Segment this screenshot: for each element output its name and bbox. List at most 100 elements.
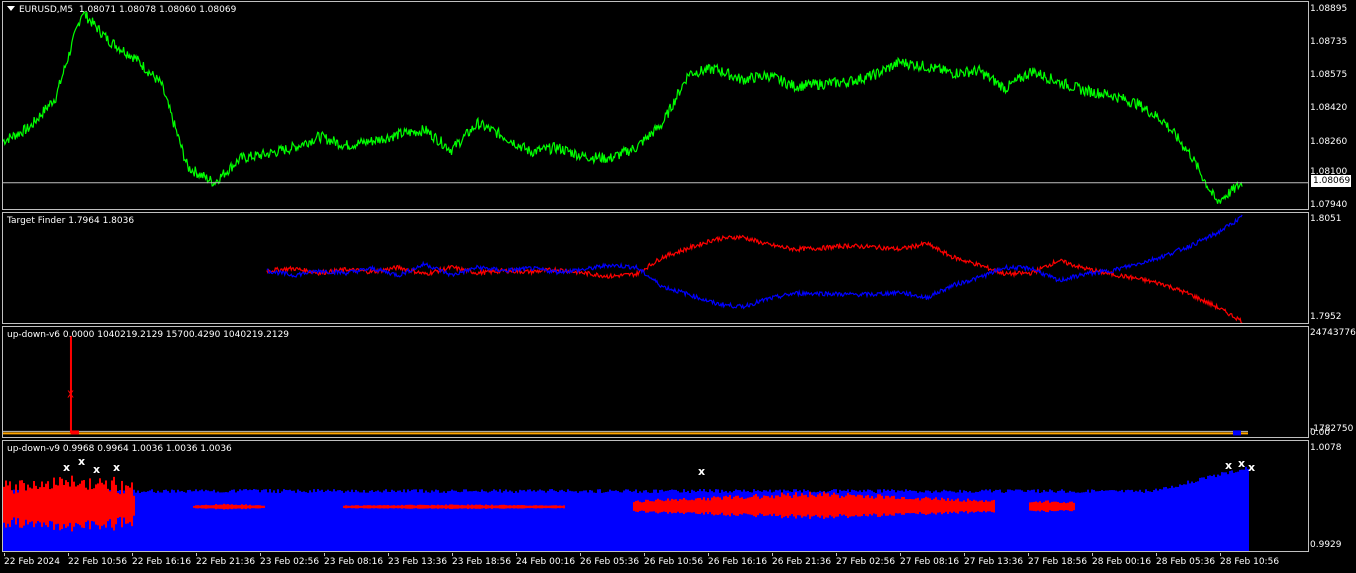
red-bar (521, 505, 523, 509)
blue-bar (157, 490, 159, 551)
blue-bar (583, 490, 585, 551)
blue-bar (181, 491, 183, 551)
red-bar (909, 498, 911, 514)
blue-bar (965, 491, 967, 551)
red-bar (789, 495, 791, 516)
blue-bar (883, 489, 885, 551)
blue-bar (691, 489, 693, 551)
blue-bar (1097, 491, 1099, 551)
blue-bar (1195, 481, 1197, 551)
red-bar (29, 487, 31, 523)
red-bar (1049, 502, 1051, 511)
red-bar (885, 495, 887, 516)
price-chart-pane[interactable]: EURUSD,M5 1.08071 1.08078 1.08060 1.0806… (2, 1, 1309, 210)
time-label: 28 Feb 10:56 (1220, 557, 1280, 567)
red-bar (897, 498, 899, 514)
red-bar (243, 504, 245, 509)
red-bar (747, 497, 749, 515)
up-down-v6-pane[interactable]: x up-down-v6 0.0000 1040219.2129 15700.4… (2, 326, 1309, 438)
blue-bar (217, 491, 219, 551)
red-bar (209, 505, 211, 509)
blue-bar (1091, 489, 1093, 551)
target-finder-pane[interactable]: Target Finder 1.7964 1.8036 (2, 212, 1309, 324)
blue-bar (315, 491, 317, 551)
red-bar (699, 497, 701, 515)
signal-marker: x (93, 463, 100, 476)
blue-bar (307, 492, 309, 551)
red-bar (127, 485, 129, 524)
red-bar (857, 494, 859, 517)
blue-bar (327, 489, 329, 551)
blue-bar (325, 490, 327, 551)
time-tick-mark (260, 553, 261, 556)
blue-bar (519, 489, 521, 551)
red-bar (369, 505, 371, 509)
spike-base-marker (70, 430, 79, 435)
red-bar (665, 500, 667, 513)
blue-bar (563, 491, 565, 551)
red-bar (641, 502, 643, 511)
red-bar (375, 505, 377, 509)
red-bar (653, 501, 655, 512)
red-bar (199, 505, 201, 509)
blue-bar (175, 492, 177, 551)
red-bar (987, 501, 989, 512)
red-bar (533, 505, 535, 509)
red-bar (61, 478, 63, 529)
red-bar (707, 497, 709, 515)
red-bar (741, 497, 743, 515)
blue-bar (1015, 489, 1017, 551)
red-bar (1029, 502, 1031, 511)
red-bar (5, 480, 7, 528)
blue-bar (1129, 490, 1131, 551)
red-bar (1069, 501, 1071, 512)
blue-bar (1117, 491, 1119, 551)
red-bar (655, 499, 657, 513)
caret-down-icon[interactable] (7, 6, 15, 11)
blue-bar (1063, 490, 1065, 551)
red-bar (647, 499, 649, 513)
blue-bar (165, 489, 167, 551)
time-axis[interactable]: 22 Feb 2024 22 Feb 10:56 22 Feb 16:16 22 Fe… (2, 553, 1309, 573)
red-bar (671, 498, 673, 514)
blue-bar (559, 490, 561, 551)
red-bar (813, 495, 815, 516)
red-bar (67, 482, 69, 527)
red-bar (667, 498, 669, 514)
red-bar (921, 498, 923, 514)
blue-bar (1079, 492, 1081, 551)
red-bar (959, 501, 961, 512)
blue-bar (721, 489, 723, 551)
red-bar (399, 505, 401, 509)
red-bar (15, 484, 17, 525)
red-bar (75, 486, 77, 523)
red-bar (501, 504, 503, 509)
red-bar (691, 499, 693, 513)
red-bar (859, 494, 861, 517)
blue-bar (147, 491, 149, 551)
red-bar (481, 505, 483, 509)
blue-bar (989, 489, 991, 551)
price-axis[interactable] (1309, 0, 1356, 553)
blue-bar (291, 490, 293, 551)
blue-bar (643, 490, 645, 551)
blue-bar (1145, 489, 1147, 551)
red-bar (103, 484, 105, 525)
blue-bar (145, 491, 147, 551)
red-bar (357, 505, 359, 509)
red-bar (97, 483, 99, 526)
blue-bar (943, 489, 945, 551)
blue-bar (221, 492, 223, 551)
red-bar (767, 496, 769, 516)
red-bar (975, 500, 977, 512)
red-bar (125, 485, 127, 524)
up-down-v9-pane[interactable]: xxxxxxxx up-down-v9 0.9968 0.9964 1.0036… (2, 440, 1309, 552)
red-bar (43, 487, 45, 523)
blue-bar (457, 491, 459, 551)
blue-bar (173, 490, 175, 551)
blue-bar (1171, 485, 1173, 551)
blue-bar (1167, 488, 1169, 551)
red-bar (1037, 502, 1039, 511)
red-bar (825, 493, 827, 518)
blue-bar (171, 489, 173, 551)
